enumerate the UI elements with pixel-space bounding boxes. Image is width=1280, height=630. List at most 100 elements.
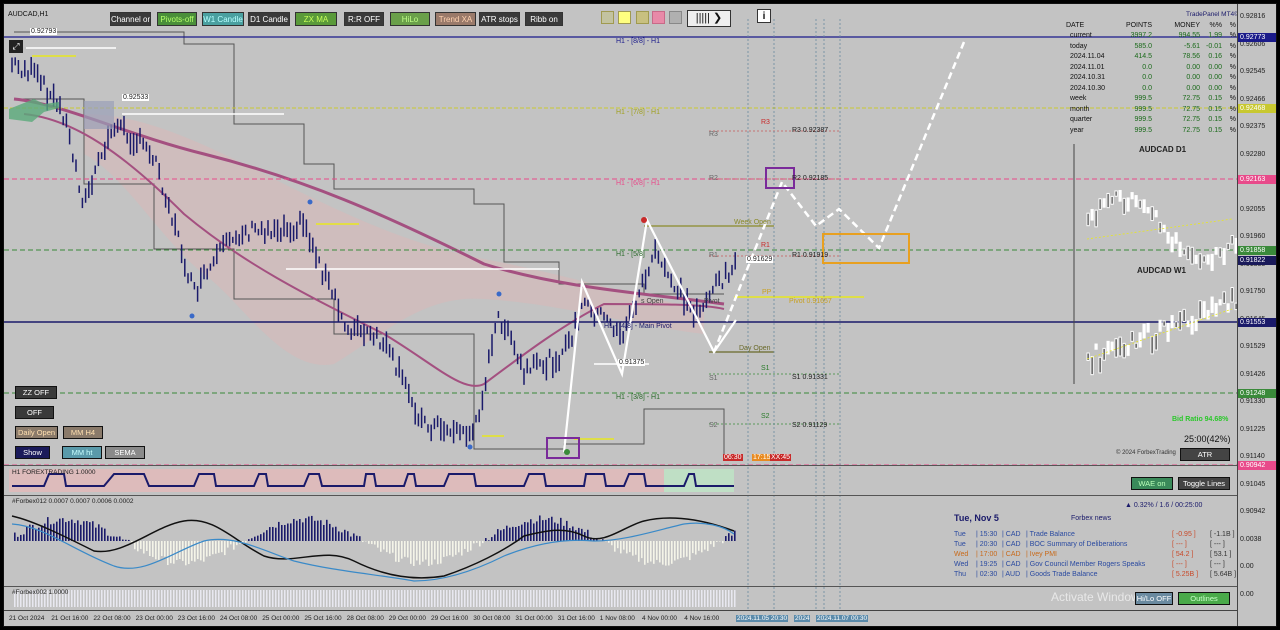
hilo-off-button[interactable]: Hi/Lo OFF	[1135, 592, 1173, 605]
bars-icon[interactable]: ||||| ❯	[687, 10, 731, 27]
trade-row: quarter 999.5 72.75 0.15%	[1066, 115, 1236, 126]
toolbar-button-3[interactable]: D1 Candle	[248, 12, 290, 26]
trade-cell-pct: 1.99	[1208, 32, 1222, 40]
forbex-indicator-label: #Forbex012 0.0007 0.0007 0.0006 0.0002	[12, 498, 134, 505]
trade-cell-pct: 0.00	[1208, 84, 1222, 92]
forextrading-indicator	[9, 469, 734, 492]
r2-value: R2 0.92185	[792, 175, 829, 182]
hl-value-2: 0.92533	[122, 94, 150, 101]
ribbon-start	[9, 99, 59, 122]
left-button-2[interactable]: Daily Open	[15, 426, 58, 439]
price-tag: 0.91248	[1238, 389, 1276, 398]
trade-cell-unit: %	[1229, 74, 1236, 82]
future-time-label: 2024.11.07 00:30	[816, 615, 869, 622]
price-label: 0.91225	[1240, 425, 1266, 433]
news-event: | Ivey PMI	[1026, 551, 1057, 558]
trade-cell-points: 999.5	[1134, 95, 1152, 103]
day-open-label: Day Open	[739, 345, 771, 352]
toolbar-button-7[interactable]: Trend XA	[435, 12, 476, 26]
atr-button[interactable]: ATR	[1180, 448, 1230, 461]
price-tag: 0.92163	[1238, 175, 1276, 184]
trade-cell-money: 994.55	[1178, 32, 1200, 40]
trade-cell-pct: 0.15	[1208, 105, 1222, 113]
toolbar-button-8[interactable]: ATR stops	[479, 12, 520, 26]
news-cur: | CAD	[1002, 541, 1021, 548]
trade-cell-pct: 0.15	[1208, 126, 1222, 134]
left-button-1[interactable]: OFF	[15, 406, 54, 419]
price-label: 0.92816	[1240, 13, 1266, 20]
left-button-3[interactable]: MM H4	[63, 426, 103, 439]
trade-cell-points: 414.5	[1134, 53, 1152, 61]
toolbar-button-0[interactable]: Channel on	[110, 12, 151, 26]
hl-value-1: 0.92793	[30, 28, 58, 35]
trade-cell-points: 0.0	[1142, 74, 1152, 82]
swatch-olive[interactable]	[601, 11, 614, 24]
toolbar-button-1[interactable]: Pivots-off	[157, 12, 197, 26]
wae-button[interactable]: WAE on	[1131, 477, 1173, 490]
toolbar-button-6[interactable]: HiLo	[390, 12, 430, 26]
price-label: 0.0038	[1240, 535, 1262, 543]
time-label: 21 Oct 16:00	[51, 615, 89, 622]
level-label-48: H1 - [4/8] - Main Pivot	[604, 323, 672, 330]
swatch-gray[interactable]	[669, 11, 682, 24]
left-button-6[interactable]: SEMA	[105, 446, 145, 459]
trade-cell-points: 0.0	[1142, 84, 1152, 92]
r3-tag-left: R3	[709, 131, 718, 138]
time-axis: 21 Oct 2024 21 Oct 16:00 22 Oct 08:00 23 Oc…	[4, 610, 1237, 626]
news-previous: [ --- ]	[1210, 541, 1225, 548]
blue-dot-3	[467, 444, 473, 450]
news-time: | 15:30	[976, 531, 998, 538]
news-day: Tue	[954, 531, 966, 538]
pivot-value: Pivot 0.91657	[789, 298, 832, 305]
swatch-yellow[interactable]	[618, 11, 631, 24]
trade-header-3: %%	[1209, 21, 1222, 29]
swatch-pink[interactable]	[652, 11, 665, 24]
trade-cell-money: 72.75	[1182, 95, 1200, 103]
trade-cell-pct: 0.00	[1208, 74, 1222, 82]
time-label: 4 Nov 16:00	[684, 615, 720, 622]
trade-cell-pct: 0.00	[1208, 63, 1222, 71]
toolbar-button-4[interactable]: ZX MA	[295, 12, 337, 26]
left-button-5[interactable]: MM ht	[62, 446, 102, 459]
left-button-0[interactable]: ZZ OFF	[15, 386, 57, 399]
toggle-lines-button[interactable]: Toggle Lines	[1178, 477, 1230, 490]
news-time: | 17:00	[976, 551, 998, 558]
price-tag: 0.92468	[1238, 104, 1276, 113]
target-box[interactable]	[822, 233, 910, 264]
mt4-chart-window[interactable]: AUDCAD,H1 ⤢ Channel on Pivots-off W1 Candl…	[3, 3, 1277, 627]
price-axis: 0.92816 0.92606 0.92545 0.92466 0.92375 0.922…	[1237, 4, 1276, 626]
price-tag: 0.92773	[1238, 33, 1276, 42]
news-event: | BOC Summary of Deliberations	[1026, 541, 1128, 548]
trade-cell-money: -5.61	[1184, 42, 1200, 50]
trade-cell-unit: %	[1229, 84, 1236, 92]
toolbar-button-9[interactable]: Ribb on	[525, 12, 563, 26]
outlines-button[interactable]: Outlines	[1178, 592, 1230, 605]
purple-box-bottom[interactable]	[546, 437, 580, 459]
time-label: 29 Oct 16:00	[431, 615, 469, 622]
left-button-4[interactable]: Show	[15, 446, 50, 459]
level-label-38: H1 - [3/8] - H1	[616, 394, 660, 401]
news-time-info: ▲ 0.32% / 1.6 / 00:25:00	[1125, 502, 1203, 509]
expand-icon[interactable]: ⤢	[9, 40, 23, 53]
s1-tag: S1	[761, 365, 770, 372]
activate-watermark: Activate Windows	[1051, 590, 1146, 604]
time-label: 29 Oct 00:00	[388, 615, 427, 622]
time-label: 31 Oct 00:00	[515, 615, 553, 622]
toolbar-button-5[interactable]: R:R OFF	[344, 12, 384, 26]
trade-cell-date: quarter	[1070, 116, 1093, 124]
trade-cell-unit: %	[1229, 32, 1236, 40]
r3-value: R3 0.92387	[792, 127, 829, 134]
time-label: 28 Oct 08:00	[346, 615, 384, 622]
info-icon[interactable]: i	[757, 9, 771, 23]
week-open-label: Week Open	[734, 219, 771, 226]
news-actual: [ --- ]	[1172, 541, 1187, 548]
trade-cell-unit: %	[1229, 105, 1236, 113]
trade-row: current 3997.2 994.55 1.99%	[1066, 31, 1236, 42]
trade-row: today 585.0 -5.61 -0.01%	[1066, 41, 1236, 52]
hl-value-4: 0.91375	[618, 359, 646, 366]
bid-ratio: Bid Ratio 94.68%	[1172, 416, 1229, 423]
s1-tag-left: S1	[709, 375, 718, 382]
swatch-tan[interactable]	[636, 11, 649, 24]
toolbar-button-2[interactable]: W1 Candle	[202, 12, 244, 26]
news-actual: [ 54.2 ]	[1172, 551, 1194, 558]
